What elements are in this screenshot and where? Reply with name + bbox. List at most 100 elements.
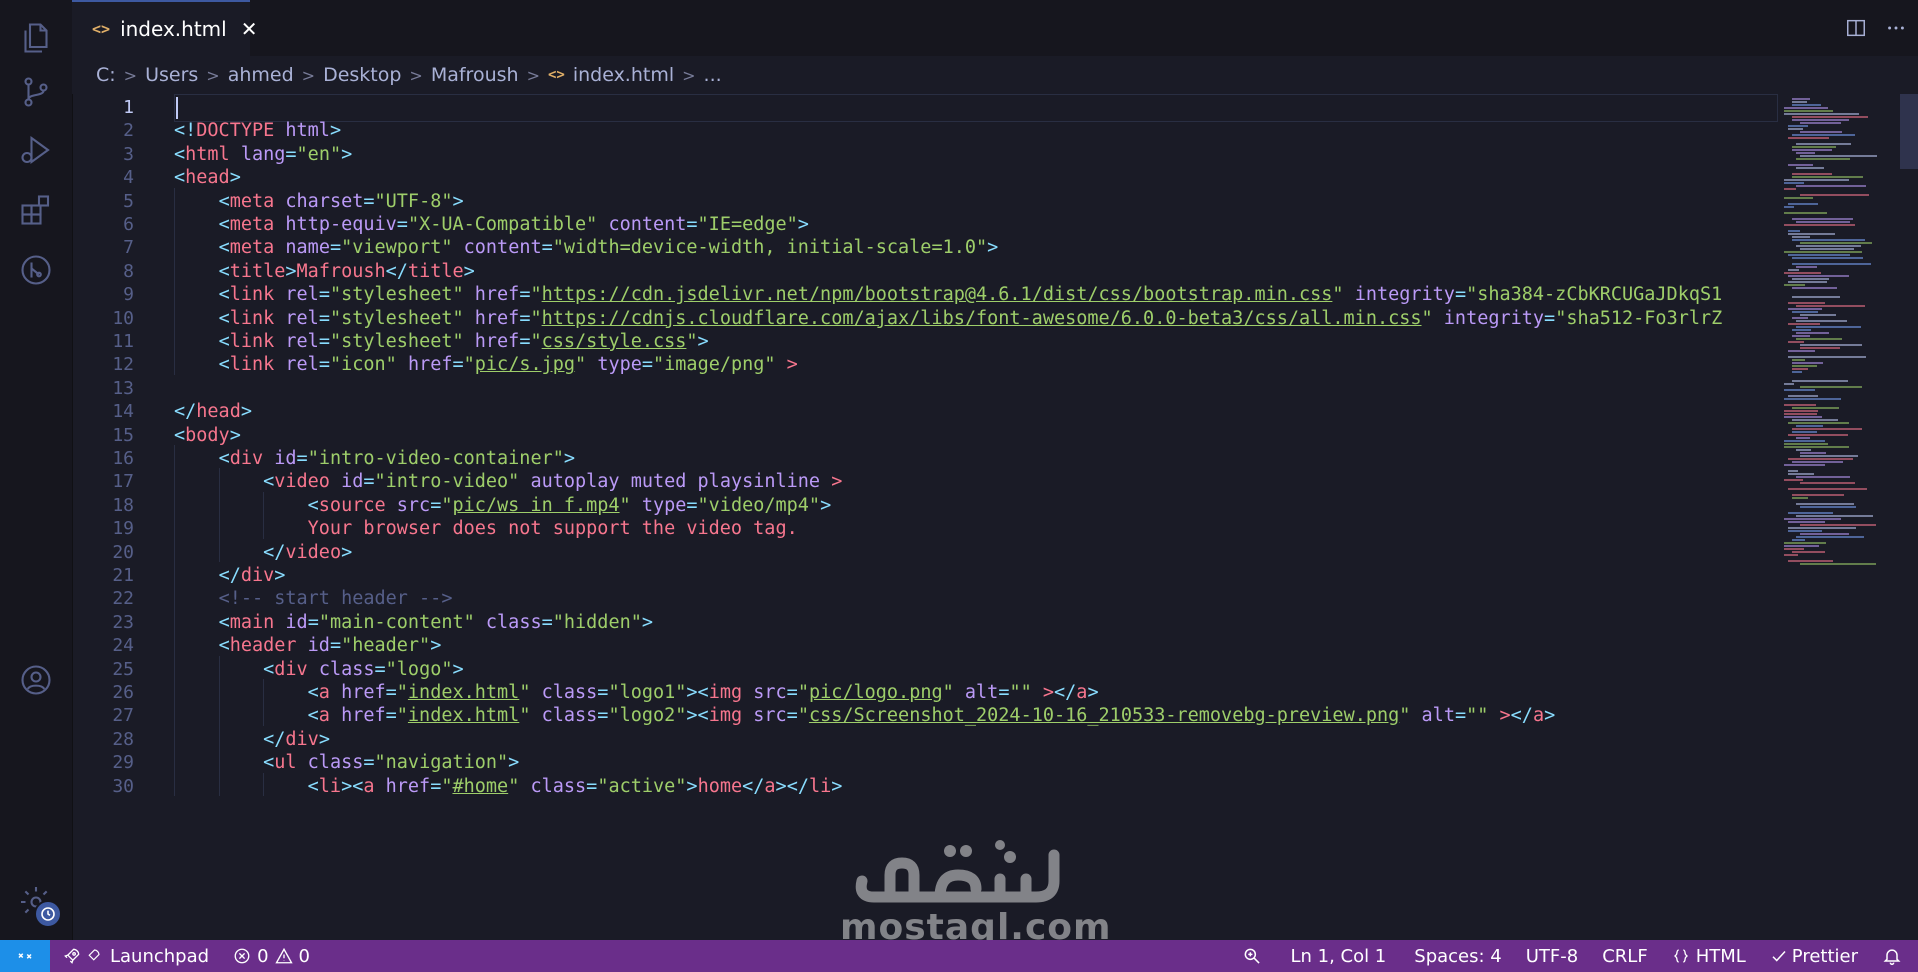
breadcrumb-ahmed[interactable]: ahmed [228,64,294,86]
minimap-line [1800,524,1876,526]
indent-guide [174,211,175,235]
minimap-line [1800,314,1836,316]
minimap-line [1796,266,1817,268]
minimap-line [1792,380,1848,382]
problems-item[interactable]: 0 0 [221,940,322,972]
minimap-line [1796,437,1810,439]
line-number-gutter: 1 2 3 4 5 6 7 8 9 10 11 12 13 14 15 16 17 18 19 20 21 22 23 24 2… [72,94,172,940]
minimap-line [1784,413,1817,415]
run-debug-icon[interactable] [16,130,56,170]
minimap-line [1792,146,1836,148]
minimap-line [1792,497,1808,499]
minimap-line [1792,362,1823,364]
minimap-line [1800,344,1862,346]
minimap-line [1796,245,1861,247]
code-editor[interactable]: 1 2 3 4 5 6 7 8 9 10 11 12 13 14 15 16 17 18 19 20 21 22 23 24 2… [72,94,1918,940]
minimap-line [1784,272,1821,274]
code-line[interactable]: <link rel="icon" href="pic/s.jpg" type="… [174,351,798,379]
minimap-line [1800,563,1876,565]
minimap-line [1788,512,1833,514]
launchpad-rocket-icon [64,948,80,964]
end-of-line[interactable]: CRLF [1590,940,1659,972]
minimap-line [1800,533,1849,535]
remote-icon[interactable] [0,940,50,972]
indentation[interactable]: Spaces: 4 [1402,940,1513,972]
breadcrumb-file[interactable]: index.html [573,64,674,86]
braces-icon [1673,949,1688,963]
minimap-line [1784,179,1849,181]
indent-guide [218,749,220,773]
minimap-line [1784,542,1826,544]
minimap-line [1796,503,1854,505]
cursor-position[interactable]: Ln 1, Col 1 [1274,940,1402,972]
minimap-line [1796,332,1829,334]
encoding[interactable]: UTF-8 [1514,940,1590,972]
scrollbar-thumb[interactable] [1900,94,1918,169]
minimap-line [1800,242,1872,244]
minimap-line [1784,224,1855,226]
code-area[interactable]: <!DOCTYPE html> <html lang="en"> <head> <m… [174,94,1778,940]
minimap-line [1788,164,1813,166]
minimap-line [1800,131,1842,133]
prettier-item[interactable]: Prettier [1758,940,1870,972]
breadcrumb-drive[interactable]: C: [96,64,116,86]
minimap-line [1792,431,1817,433]
split-editor-icon[interactable] [1838,10,1874,46]
minimap-line [1792,329,1811,331]
more-actions-icon[interactable] [1878,10,1914,46]
minimap-line [1788,125,1808,127]
breadcrumb-mafroush[interactable]: Mafroush [431,64,519,86]
git-graph-icon[interactable] [16,250,56,290]
indent-guide [174,351,175,375]
minimap-line [1796,449,1811,451]
breadcrumb-desktop[interactable]: Desktop [323,64,401,86]
minimap-line [1792,104,1821,106]
indent-guide [218,491,220,516]
indent-guide [263,515,265,539]
extensions-icon[interactable] [16,190,56,230]
source-control-icon[interactable] [16,72,56,112]
minimap-line [1800,506,1856,508]
close-icon[interactable]: ✕ [241,19,258,39]
minimap-line [1796,152,1815,154]
minimap-line [1784,554,1798,556]
breadcrumb-users[interactable]: Users [145,64,198,86]
indent-guide [263,702,265,726]
html-file-icon: <> [547,67,565,83]
minimap-line [1796,143,1851,145]
minimap-line [1792,101,1807,103]
chevron-right-icon: > [682,65,696,85]
minimap-line [1784,188,1796,190]
indent-guide [174,491,175,516]
indent-guide [174,702,175,726]
minimap-line [1796,185,1866,187]
minimap-line [1784,206,1794,208]
code-line[interactable]: <a href="index.html" class="logo2"><img … [174,702,1556,730]
account-icon[interactable] [16,660,56,700]
minimap-line [1784,545,1819,547]
check-icon [1772,950,1786,962]
indent-guide [263,679,265,703]
chevron-right-icon: > [409,65,423,85]
zoom-icon[interactable] [1230,940,1274,972]
indent-guide [218,468,220,492]
code-line[interactable]: <li><a href="#home" class="active">home<… [174,773,843,801]
breadcrumb-symbols[interactable]: ... [704,64,722,86]
launchpad-item[interactable]: Launchpad [50,940,221,972]
minimap-line [1792,116,1868,118]
minimap-line [1788,530,1822,532]
language-mode[interactable]: HTML [1660,940,1758,972]
minimap-line [1800,155,1877,157]
bell-icon[interactable] [1870,940,1918,972]
minimap[interactable] [1778,94,1918,940]
indent-guide [174,608,175,633]
indent-guide [174,257,175,282]
files-icon[interactable] [16,18,56,58]
minimap-line [1792,287,1837,289]
minimap-line [1788,302,1825,304]
minimap-line [1796,221,1850,223]
tab-index-html[interactable]: <> index.html ✕ [72,0,257,56]
indent-guide [263,772,265,796]
text-cursor [176,97,178,119]
minimap-line [1784,404,1816,406]
